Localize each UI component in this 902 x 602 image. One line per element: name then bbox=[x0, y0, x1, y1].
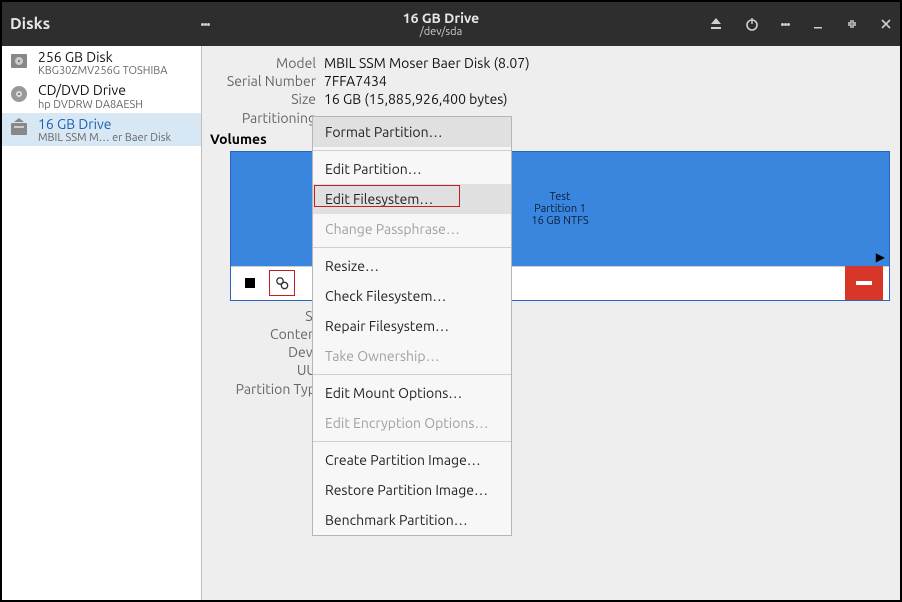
unmount-button[interactable] bbox=[237, 270, 263, 296]
menu-check-filesystem[interactable]: Check Filesystem… bbox=[313, 281, 511, 311]
menu-benchmark-partition[interactable]: Benchmark Partition… bbox=[313, 505, 511, 535]
content-area: ModelMBIL SSM Moser Baer Disk (8.07) Ser… bbox=[202, 46, 900, 600]
menu-edit-filesystem[interactable]: Edit Filesystem… bbox=[313, 184, 511, 214]
menu-edit-mount-options[interactable]: Edit Mount Options… bbox=[313, 378, 511, 408]
delete-partition-button[interactable] bbox=[845, 266, 883, 300]
menu-edit-encryption-options: Edit Encryption Options… bbox=[313, 408, 511, 438]
volumes-heading: Volumes bbox=[202, 127, 890, 151]
disk-item[interactable]: CD/DVD Drivehp DVDRW DA8AESH bbox=[2, 79, 201, 112]
partitioning-label: Partitioning bbox=[202, 109, 324, 127]
disk-item-sub: hp DVDRW DA8AESH bbox=[38, 99, 143, 111]
disk-item-sub: MBIL SSM M… er Baer Disk bbox=[38, 132, 171, 144]
play-icon: ▶ bbox=[876, 250, 885, 264]
volume-settings-menu: Format Partition… Edit Partition… Edit F… bbox=[312, 116, 512, 536]
menu-restore-partition-image[interactable]: Restore Partition Image… bbox=[313, 475, 511, 505]
menu-format-partition[interactable]: Format Partition… bbox=[313, 117, 511, 147]
disk-item-title: CD/DVD Drive bbox=[38, 83, 143, 98]
drive-menu-button[interactable] bbox=[781, 21, 790, 28]
serial-value: 7FFA7434 bbox=[324, 72, 387, 90]
disk-item[interactable]: 256 GB DiskKBG30ZMV256G TOSHIBA bbox=[2, 46, 201, 79]
minimize-button[interactable] bbox=[812, 18, 824, 30]
removable-drive-icon bbox=[8, 117, 30, 139]
menu-take-ownership: Take Ownership… bbox=[313, 341, 511, 371]
disk-item-sub: KBG30ZMV256G TOSHIBA bbox=[38, 65, 167, 77]
menu-resize[interactable]: Resize… bbox=[313, 251, 511, 281]
menu-change-passphrase: Change Passphrase… bbox=[313, 214, 511, 244]
serial-label: Serial Number bbox=[202, 72, 324, 90]
window-header: Disks 16 GB Drive /dev/sda bbox=[2, 2, 900, 46]
power-icon[interactable] bbox=[745, 17, 759, 31]
size-value: 16 GB (15,885,926,400 bytes) bbox=[324, 90, 508, 108]
vol-contents-label: Conten bbox=[202, 325, 324, 343]
drive-title: 16 GB Drive bbox=[210, 10, 672, 26]
menu-edit-partition[interactable]: Edit Partition… bbox=[313, 154, 511, 184]
eject-icon[interactable] bbox=[709, 17, 723, 31]
menu-repair-filesystem[interactable]: Repair Filesystem… bbox=[313, 311, 511, 341]
drive-path: /dev/sda bbox=[210, 26, 672, 38]
close-button[interactable] bbox=[880, 18, 892, 30]
volume-settings-button[interactable] bbox=[269, 270, 295, 296]
menu-create-partition-image[interactable]: Create Partition Image… bbox=[313, 445, 511, 475]
size-label: Size bbox=[202, 90, 324, 108]
vol-size-label: Si bbox=[202, 307, 324, 325]
model-value: MBIL SSM Moser Baer Disk (8.07) bbox=[324, 54, 530, 72]
app-menu-button[interactable] bbox=[201, 21, 210, 28]
disk-item-title: 256 GB Disk bbox=[38, 50, 167, 65]
vol-uuid-label: UU bbox=[202, 361, 324, 379]
volume-fs-label: 16 GB NTFS bbox=[531, 215, 588, 227]
optical-drive-icon bbox=[8, 83, 30, 105]
volume-name: Test bbox=[550, 191, 571, 203]
disk-item-selected[interactable]: 16 GB DriveMBIL SSM M… er Baer Disk bbox=[2, 113, 201, 146]
app-title: Disks bbox=[10, 15, 50, 33]
model-label: Model bbox=[202, 54, 324, 72]
vol-ptype-label: Partition Typ bbox=[202, 380, 324, 398]
disk-item-title: 16 GB Drive bbox=[38, 117, 171, 132]
volume-partition-label: Partition 1 bbox=[534, 203, 586, 215]
hard-disk-icon bbox=[8, 50, 30, 72]
disk-sidebar: 256 GB DiskKBG30ZMV256G TOSHIBA CD/DVD D… bbox=[2, 46, 202, 600]
maximize-button[interactable] bbox=[846, 18, 858, 30]
vol-device-label: Devi bbox=[202, 343, 324, 361]
